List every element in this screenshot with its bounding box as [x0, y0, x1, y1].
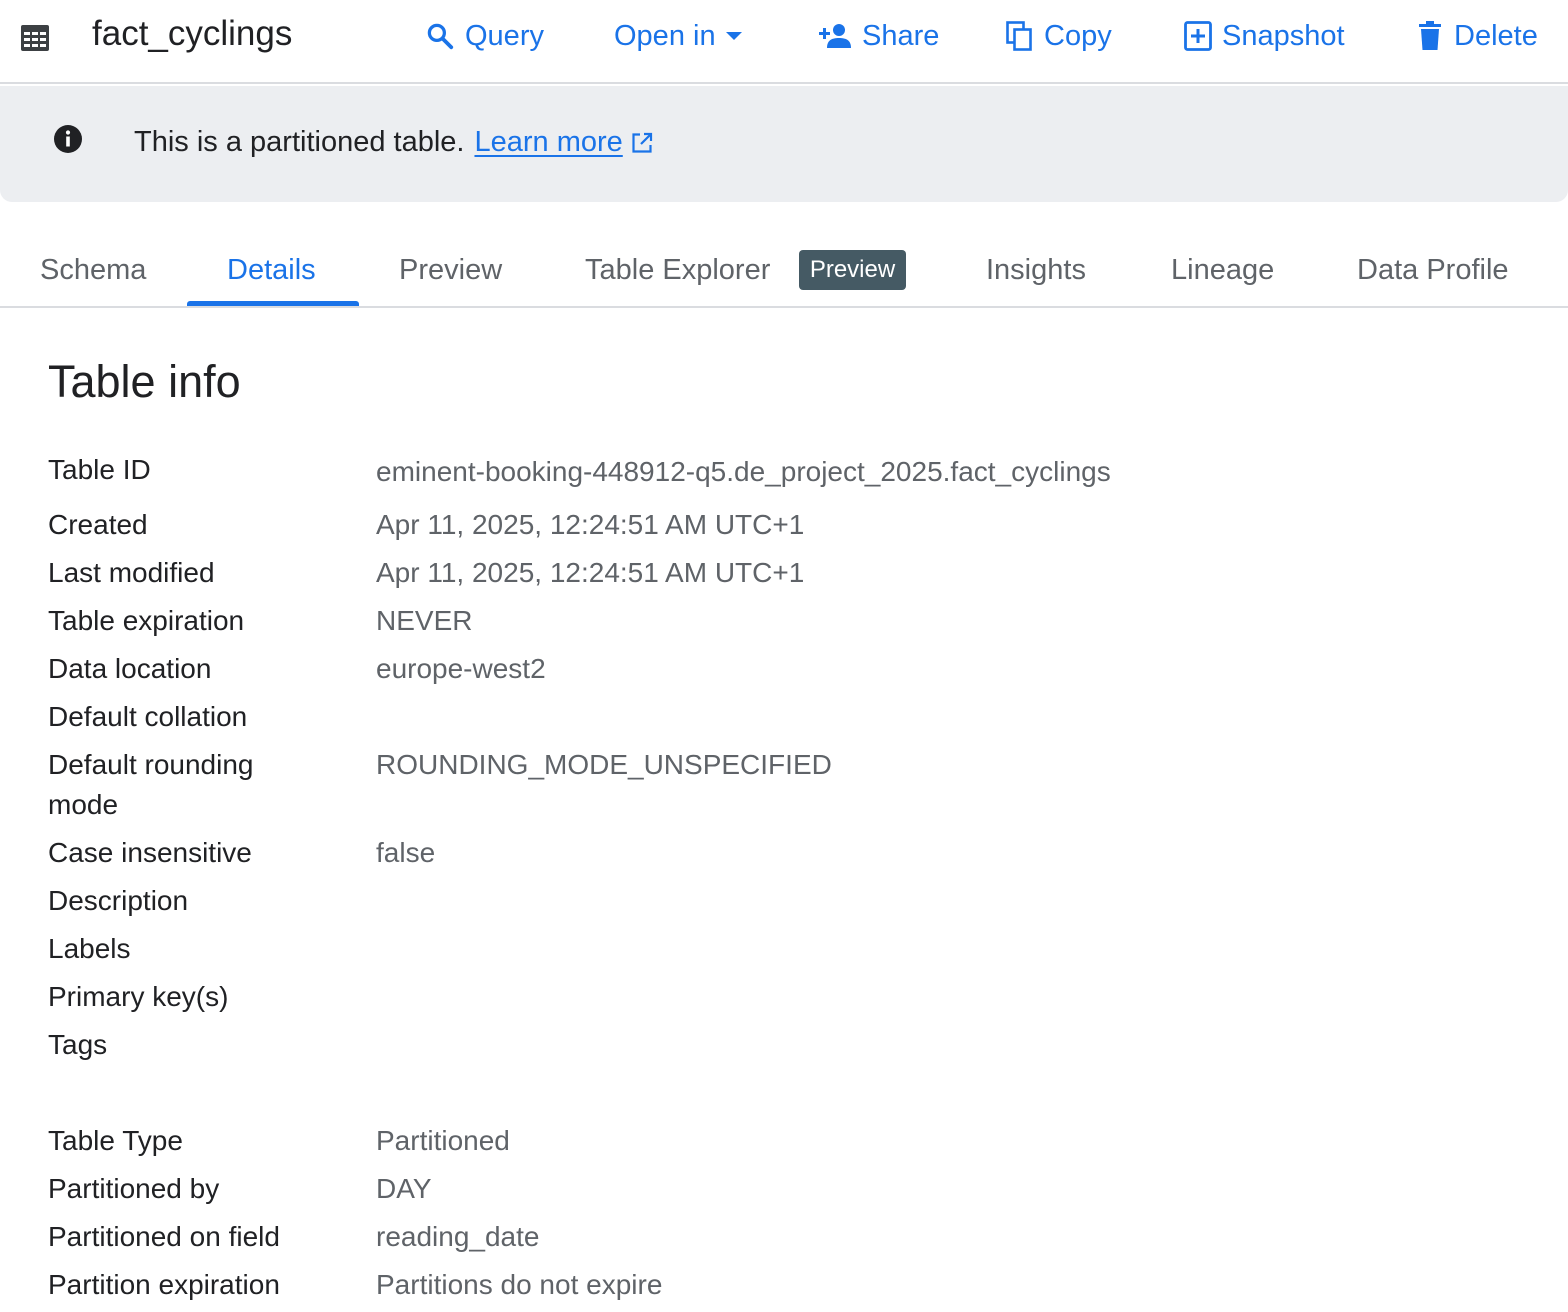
- open-in-button[interactable]: Open in: [614, 16, 742, 56]
- copy-label: Copy: [1044, 19, 1112, 52]
- search-icon: [427, 23, 454, 50]
- detail-label: Default rounding mode: [48, 749, 254, 820]
- query-button[interactable]: Query: [425, 16, 544, 56]
- table-icon: [21, 25, 49, 51]
- detail-label: Partitioned on field: [48, 1221, 280, 1252]
- detail-label: Primary key(s): [48, 981, 229, 1012]
- copy-button[interactable]: Copy: [1006, 16, 1112, 56]
- tab-details[interactable]: Details: [227, 254, 316, 287]
- snapshot-label: Snapshot: [1222, 19, 1345, 52]
- partition-info-banner: This is a partitioned table. Learn more: [0, 86, 1568, 202]
- detail-label: Table Type: [48, 1125, 183, 1156]
- tab-lineage[interactable]: Lineage: [1171, 254, 1274, 287]
- person-add-icon: [819, 24, 851, 48]
- detail-value: reading_date: [376, 1221, 540, 1252]
- detail-label: Data location: [48, 653, 212, 684]
- active-tab-indicator: [187, 301, 359, 306]
- detail-label: Table ID: [48, 454, 151, 485]
- copy-icon: [1006, 21, 1032, 51]
- banner-text: This is a partitioned table.: [134, 126, 465, 158]
- detail-value: NEVER: [376, 605, 473, 636]
- detail-value: Apr 11, 2025, 12:24:51 AM UTC+1: [376, 557, 805, 588]
- add-box-icon: [1184, 21, 1212, 51]
- detail-label: Labels: [48, 933, 131, 964]
- detail-label: Created: [48, 509, 148, 540]
- detail-label: Partitioned by: [48, 1173, 220, 1204]
- banner-message: This is a partitioned table. Learn more: [134, 126, 653, 159]
- detail-label: Table expiration: [48, 605, 245, 636]
- caret-down-icon: [725, 32, 742, 40]
- detail-value: ROUNDING_MODE_UNSPECIFIED: [376, 749, 832, 780]
- tab-data-profile[interactable]: Data Profile: [1357, 254, 1509, 287]
- section-title: Table info: [48, 356, 241, 407]
- detail-value: Partitions do not expire: [376, 1269, 663, 1300]
- share-button[interactable]: Share: [818, 16, 939, 56]
- delete-label: Delete: [1454, 19, 1538, 52]
- detail-value: europe-west2: [376, 653, 546, 684]
- preview-badge: Preview: [799, 250, 906, 290]
- detail-label: Description: [48, 885, 189, 916]
- trash-icon: [1419, 21, 1441, 50]
- detail-label: Case insensitive: [48, 837, 252, 868]
- detail-value: Apr 11, 2025, 12:24:51 AM UTC+1: [376, 509, 805, 540]
- tab-insights[interactable]: Insights: [986, 254, 1086, 287]
- detail-value: false: [376, 837, 436, 868]
- query-label: Query: [465, 19, 544, 52]
- info-icon: [54, 125, 82, 153]
- table-title: fact_cyclings: [92, 14, 293, 53]
- learn-more-link[interactable]: Learn more: [474, 126, 622, 159]
- delete-button[interactable]: Delete: [1416, 16, 1538, 56]
- detail-label: Tags: [48, 1029, 108, 1060]
- detail-label: Partition expiration: [48, 1269, 280, 1300]
- open-in-new-icon[interactable]: [631, 132, 653, 154]
- tab-preview[interactable]: Preview: [399, 254, 502, 287]
- detail-label: Default collation: [48, 701, 248, 732]
- open-in-label: Open in: [614, 19, 716, 52]
- tab-bar: Schema Details Preview Table Explorer Pr…: [0, 230, 1568, 308]
- share-label: Share: [862, 19, 940, 52]
- toolbar-header: fact_cyclings Query Open in Share Copy S…: [0, 0, 1568, 84]
- tab-table-explorer[interactable]: Table Explorer: [585, 254, 770, 287]
- detail-value: DAY: [376, 1173, 432, 1204]
- tab-schema[interactable]: Schema: [40, 254, 146, 287]
- snapshot-button[interactable]: Snapshot: [1184, 16, 1345, 56]
- detail-label: Last modified: [48, 557, 215, 588]
- detail-value: Partitioned: [376, 1125, 510, 1156]
- detail-value: eminent-booking-448912-q5.de_project_202…: [376, 456, 1111, 487]
